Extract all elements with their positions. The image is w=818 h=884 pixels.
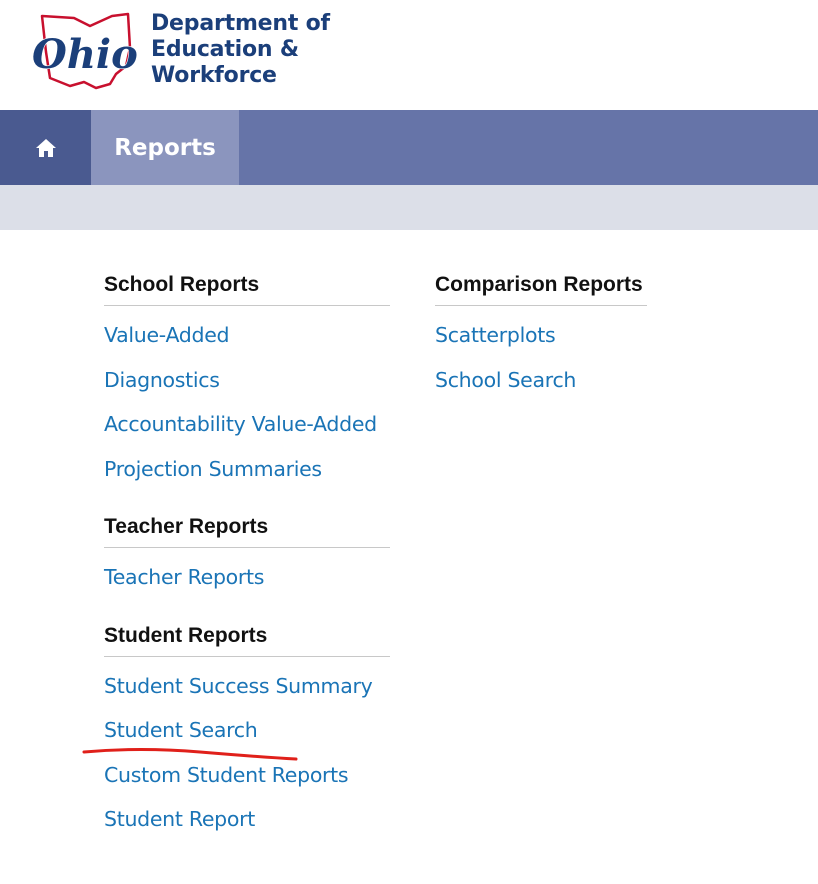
value-added-link[interactable]: Value-Added	[104, 323, 230, 347]
scatterplots-link[interactable]: Scatterplots	[435, 323, 556, 347]
section-title: Teacher Reports	[104, 512, 390, 548]
tab-reports[interactable]: Reports	[91, 110, 239, 185]
list-item: Student Report	[104, 797, 390, 842]
list-item: Value-Added	[104, 313, 390, 358]
student-reports-section: Student Reports Student Success Summary …	[104, 621, 390, 842]
agency-line: Education &	[151, 37, 299, 62]
list-item: Projection Summaries	[104, 447, 390, 492]
school-search-link[interactable]: School Search	[435, 368, 576, 392]
student-success-summary-link[interactable]: Student Success Summary	[104, 674, 373, 698]
logo-wordmark: Ohio	[32, 31, 138, 78]
home-icon	[35, 138, 56, 157]
section-title: Student Reports	[104, 621, 390, 657]
agency-line: Workforce	[151, 63, 277, 88]
sub-nav-bar	[0, 185, 818, 230]
ohio-logo[interactable]: Ohio	[30, 8, 140, 94]
list-item: Accountability Value-Added	[104, 402, 390, 447]
accountability-value-added-link[interactable]: Accountability Value-Added	[104, 412, 377, 436]
custom-student-reports-link[interactable]: Custom Student Reports	[104, 763, 349, 787]
list-item: Diagnostics	[104, 358, 390, 403]
reports-column-right: Comparison Reports Scatterplots School S…	[435, 270, 647, 402]
site-header: Ohio Department of Education & Workforce	[0, 0, 818, 110]
section-title: School Reports	[104, 270, 390, 306]
home-button[interactable]	[0, 110, 91, 185]
list-item: School Search	[435, 358, 647, 403]
agency-name: Department of Education & Workforce	[151, 11, 330, 89]
projection-summaries-link[interactable]: Projection Summaries	[104, 457, 322, 481]
link-list: Scatterplots School Search	[435, 313, 647, 402]
list-item: Scatterplots	[435, 313, 647, 358]
link-list: Value-Added Diagnostics Accountability V…	[104, 313, 390, 491]
list-item: Teacher Reports	[104, 555, 390, 600]
list-item: Custom Student Reports	[104, 753, 390, 798]
link-list: Teacher Reports	[104, 555, 390, 600]
teacher-reports-link[interactable]: Teacher Reports	[104, 565, 264, 589]
section-title: Comparison Reports	[435, 270, 647, 306]
list-item: Student Search	[104, 708, 390, 753]
main-nav: Reports	[0, 110, 818, 185]
school-reports-section: School Reports Value-Added Diagnostics A…	[104, 270, 390, 491]
link-list: Student Success Summary Student Search C…	[104, 664, 390, 842]
list-item: Student Success Summary	[104, 664, 390, 709]
comparison-reports-section: Comparison Reports Scatterplots School S…	[435, 270, 647, 402]
student-report-link[interactable]: Student Report	[104, 807, 255, 831]
agency-line: Department of	[151, 11, 330, 36]
student-search-link[interactable]: Student Search	[104, 718, 258, 742]
teacher-reports-section: Teacher Reports Teacher Reports	[104, 512, 390, 600]
diagnostics-link[interactable]: Diagnostics	[104, 368, 220, 392]
reports-column-left: School Reports Value-Added Diagnostics A…	[104, 270, 390, 842]
